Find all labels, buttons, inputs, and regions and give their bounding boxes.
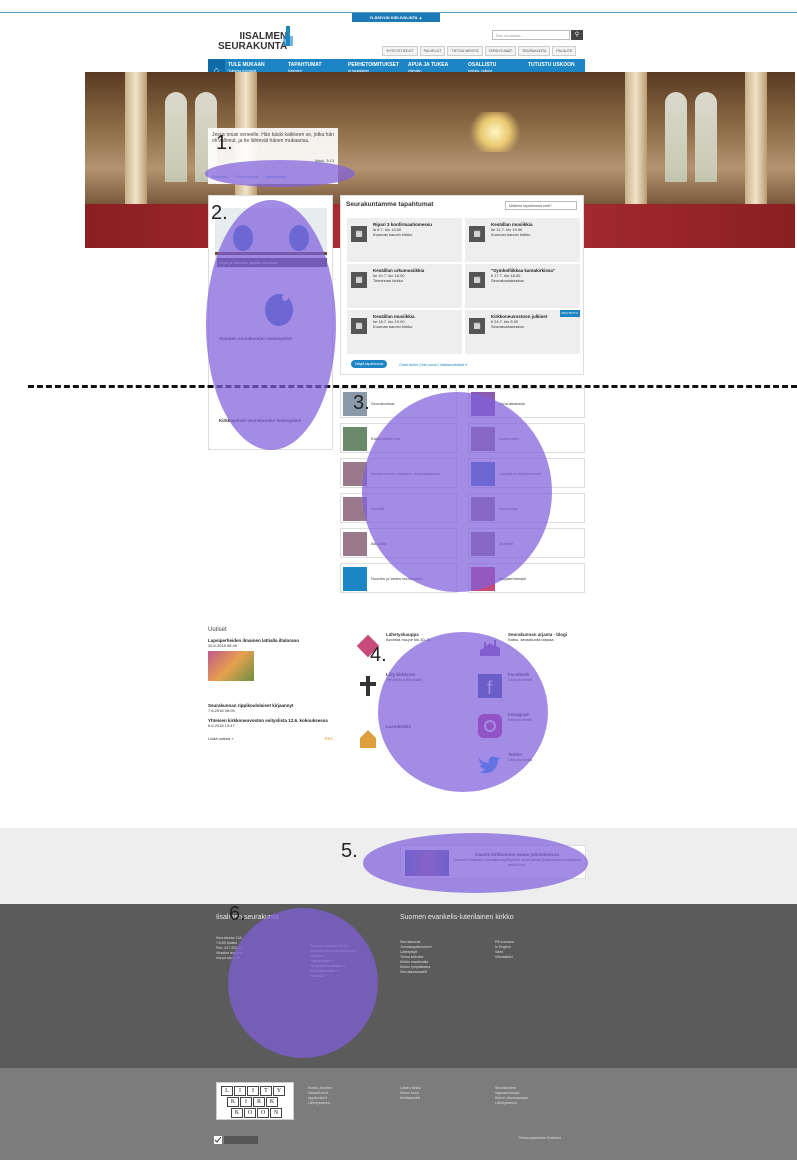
church-illustration-icon [360, 730, 376, 748]
annotation-circle-6 [228, 908, 378, 1058]
top-links: YHTEYSTIEDOT PALVELUT TIETOA MEISTÄ TAPAHTU… [380, 46, 577, 56]
top-link[interactable]: SEURAKUNTA [518, 46, 551, 56]
status-badge: MUUTETTU [559, 310, 580, 317]
bottom-link[interactable]: Mediapankki [400, 1096, 421, 1101]
news-heading: Uutiset [208, 627, 227, 633]
bottom-links-3: Seurakuntien Vapaaehtoistyö Kirkon ulkomaa… [495, 1086, 528, 1106]
tile-label: Seurakuntasi [371, 401, 395, 406]
bottom-legal-links[interactable]: Tietosuojaseloste Evästeet [518, 1136, 561, 1141]
footer-link[interactable]: Virtuaaliset [495, 955, 514, 960]
people-icon [343, 427, 367, 451]
search-input[interactable]: Etsi sivustolta... [492, 30, 570, 40]
search-icon[interactable]: ⚲ [571, 30, 583, 40]
church-tower-icon [283, 26, 293, 46]
more-news-link[interactable]: Lisää uutisia » [208, 736, 234, 741]
cross-logo-icon [360, 676, 376, 696]
annotation-circle-3 [362, 392, 552, 592]
liity-kirkkoon-badge[interactable]: LIITY KIRK KOON [216, 1082, 294, 1120]
checkmark-logo-icon [214, 1136, 258, 1144]
channel-sub: Katso, seurakunta tarjoaa [508, 637, 554, 642]
event-place: Kuuman kaunin kirkko [491, 232, 531, 237]
calendar-icon: ▦ [469, 226, 485, 242]
bottom-footer: Kirkko.Jorniten Sakasti.evl.fi rippikoulut… [0, 1068, 797, 1160]
event-place: Kuuman kaunin kirkko [373, 232, 413, 237]
top-link[interactable]: TAPAHTUMAT [484, 46, 517, 56]
calendar-icon: ▦ [351, 318, 367, 334]
top-link[interactable]: PALAUTE [552, 46, 577, 56]
calendar-icon: ▦ [351, 226, 367, 242]
event-card[interactable]: ▦ Kesäillan musiikkia ke 11.7. klo 19.00 Ku… [465, 218, 580, 262]
event-place: Kuuman kaunin kirkko [373, 324, 413, 329]
event-place: Seurakuntakeskus [491, 278, 524, 283]
calendar-icon: ▦ [351, 272, 367, 288]
footer-links-2: Seurakunnat Jumalanpalvelukset Lähetystyö T… [400, 940, 432, 975]
show-events-button[interactable]: Näytä tapahtumat [351, 360, 388, 368]
event-place: Seurakuntakeskus [491, 324, 524, 329]
footer-right-title: Suomen evankelis-luterilainen kirkko [400, 914, 514, 921]
bottom-links-2: Lasten kirkko Kirkon kuva Mediapankki [400, 1086, 421, 1101]
logo-line-2: SEURAKUNTA [218, 41, 288, 52]
annotation-circle-2 [206, 200, 336, 450]
rss-link[interactable]: RSS [325, 736, 333, 741]
event-card[interactable]: ▦ Kesäillan urkumusiikkia ke 10.7. klo 18.… [347, 264, 462, 308]
top-link[interactable]: TIETOA MEISTÄ [447, 46, 483, 56]
annotation-number-3: 3. [353, 392, 370, 414]
photo-icon [343, 532, 367, 556]
bottom-link[interactable]: Lähetysseura [495, 1101, 528, 1106]
annotation-circle-5 [363, 833, 588, 893]
event-card[interactable]: ▦ Kesäillan musiikkia ke 18.7. klo 19.00 Ku… [347, 310, 462, 354]
cursor-icon [343, 567, 367, 591]
language-toggle-button[interactable]: YLÄSIVUN KIELIVALINTA ▲ [352, 13, 440, 22]
calendar-icon: ▦ [469, 318, 485, 334]
nav-label: TUTUSTU USKOON [528, 62, 575, 68]
bottom-link[interactable]: Lähetysseura [308, 1101, 332, 1106]
event-card[interactable]: ▦ Ripari 3 konfirmaatiomessu la 8.7. klo 1… [347, 218, 462, 262]
news-date: 6.6.2018 13:47 [208, 723, 235, 728]
annotation-number-5: 5. [341, 840, 358, 862]
annotation-number-2: 2. [211, 202, 228, 224]
news-date: 7.6.2018 08:05 [208, 708, 235, 713]
annotation-circle-1 [205, 160, 355, 187]
annotation-circle-4 [378, 632, 548, 792]
events-links[interactable]: Omat tiedot | Hae uusia | Vastaanottotil… [399, 363, 467, 367]
events-panel: Seurakuntamme tapahtumat Millaista tapah… [340, 195, 584, 375]
annotation-number-4: 4. [370, 644, 387, 666]
annotation-number-6: 6. [229, 903, 246, 925]
event-place: Toiminnan kirkko [373, 278, 403, 283]
event-card[interactable]: ▦ MUUTETTU Kirkkoneuvostoon julkiset ti 24.… [465, 310, 580, 354]
top-link[interactable]: YHTEYSTIEDOT [382, 46, 418, 56]
calendar-icon: ▦ [469, 272, 485, 288]
footer-links-3: På svenska In English Sámi Virtuaaliset [495, 940, 514, 960]
top-link[interactable]: PALVELUT [419, 46, 446, 56]
site-footer: Iisalmen seurakunta Suomen evankelis-lut… [0, 904, 797, 1068]
event-card[interactable]: ▦ "Symbolliikkaa kantakirkissa" ti 17.7. k… [465, 264, 580, 308]
site-logo[interactable]: IISALMEN SEURAKUNTA [218, 32, 287, 52]
event-type-select[interactable]: Millaista tapahtumaa etsit? [505, 201, 577, 210]
bottom-links-1: Kirkko.Jorniten Sakasti.evl.fi rippikoulut… [308, 1086, 332, 1106]
footer-link[interactable]: Seurakuntavaalit [400, 970, 432, 975]
news-image[interactable] [208, 651, 254, 681]
news-section: Uutiset Lapsiperheiden ilmainen lattiall… [208, 627, 333, 808]
annotation-number-1: 1. [216, 132, 233, 154]
